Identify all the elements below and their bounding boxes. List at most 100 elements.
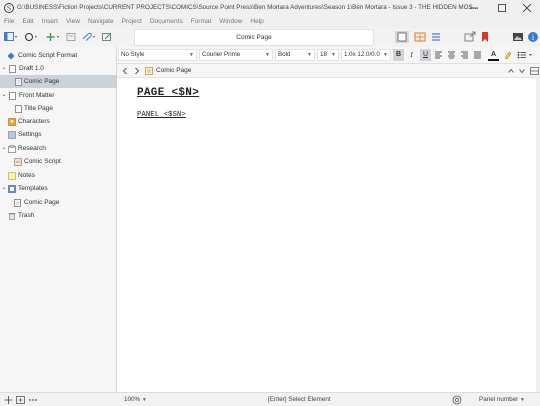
inspector-image-icon[interactable] xyxy=(512,31,524,43)
menu-insert[interactable]: Insert xyxy=(42,16,58,28)
chevron-down-icon[interactable]: ⌄ xyxy=(1,182,7,195)
chevron-down-icon: ▼ xyxy=(307,52,312,58)
binder-item-settings[interactable]: Settings xyxy=(0,128,117,141)
bold-button[interactable]: B xyxy=(393,49,404,61)
settings-folder-icon xyxy=(8,131,16,139)
chevron-down-icon[interactable]: ⌄ xyxy=(1,62,7,75)
chevron-down-icon: ▼ xyxy=(383,52,388,58)
edit-note-icon[interactable] xyxy=(102,32,112,42)
add-folder-icon[interactable] xyxy=(16,395,25,405)
close-window-button[interactable] xyxy=(514,0,540,16)
status-hint: [Enter] Select Element xyxy=(268,396,331,403)
binder-item-title-page[interactable]: Title Page xyxy=(0,102,117,115)
binder-item-label: Comic Page xyxy=(24,78,60,85)
binder-item-draft[interactable]: ⌄ Draft 1.0 xyxy=(0,62,117,75)
corkboard-icon[interactable] xyxy=(414,31,426,43)
align-right-button[interactable] xyxy=(459,49,470,61)
panel-heading[interactable]: PANEL <$SN> xyxy=(137,111,186,119)
binder-item-comic-script[interactable]: Comic Script xyxy=(0,155,117,168)
scrivener-app-icon: S xyxy=(4,3,14,13)
style-select[interactable]: No Style ▼ xyxy=(118,49,197,61)
italic-button[interactable]: I xyxy=(406,49,417,61)
font-weight-value: Bold xyxy=(278,51,291,58)
templates-folder-icon xyxy=(8,185,16,193)
element-type-value: Panel number xyxy=(479,396,519,403)
share-icon[interactable] xyxy=(464,31,476,43)
minimize-button[interactable] xyxy=(461,0,487,16)
binder-item-label: Title Page xyxy=(24,105,54,112)
font-weight-select[interactable]: Bold ▼ xyxy=(275,49,315,61)
binder-item-label: Research xyxy=(18,145,46,152)
folder-icon[interactable] xyxy=(66,32,76,42)
add-document-icon[interactable] xyxy=(4,395,13,405)
comic-script-icon xyxy=(14,158,22,166)
binder-item-notes[interactable]: Notes xyxy=(0,169,117,182)
title-bar: S G:\BUSINESS\Fiction Projects\CURRENT P… xyxy=(0,0,540,16)
more-options-icon[interactable] xyxy=(28,395,38,405)
list-style-button[interactable] xyxy=(516,49,536,61)
binder-item-label: Settings xyxy=(18,131,42,138)
binder-item-template-comic-page[interactable]: Comic Page xyxy=(0,196,117,209)
forward-arrow-icon[interactable] xyxy=(133,66,141,76)
binder-item-label: Draft 1.0 xyxy=(19,65,44,72)
chevron-down-icon: ▼ xyxy=(519,397,525,403)
chevron-down-icon[interactable]: ⌄ xyxy=(1,89,7,102)
menu-help[interactable]: Help xyxy=(250,16,263,28)
binder-item-comic-page[interactable]: Comic Page xyxy=(0,75,117,88)
chevron-down-icon: ▼ xyxy=(189,52,194,58)
back-arrow-icon[interactable] xyxy=(121,66,129,76)
align-left-button[interactable] xyxy=(433,49,444,61)
binder-item-label: Trash xyxy=(18,212,35,219)
chevron-up-icon[interactable] xyxy=(507,66,515,76)
element-type-select[interactable]: Panel number ▼ xyxy=(479,393,525,406)
status-bar: 100% ▼ [Enter] Select Element Panel numb… xyxy=(0,392,540,406)
page-heading[interactable]: PAGE <$N> xyxy=(137,87,199,99)
notes-icon xyxy=(8,172,16,180)
header-document-name[interactable]: Comic Page xyxy=(156,64,191,77)
chevron-down-icon[interactable] xyxy=(518,66,526,76)
menu-navigate[interactable]: Navigate xyxy=(88,16,114,28)
menu-project[interactable]: Project xyxy=(122,16,142,28)
binder-item-characters[interactable]: Characters xyxy=(0,115,117,128)
underline-button[interactable]: U xyxy=(420,49,431,61)
menu-format[interactable]: Format xyxy=(191,16,212,28)
document-icon xyxy=(9,92,16,100)
chevron-down-icon[interactable]: ⌄ xyxy=(1,142,7,155)
highlight-icon[interactable] xyxy=(502,49,513,61)
refresh-icon[interactable] xyxy=(24,32,38,42)
target-icon[interactable] xyxy=(452,395,462,405)
menu-window[interactable]: Window xyxy=(219,16,242,28)
info-icon[interactable]: i xyxy=(527,31,539,43)
font-family-select[interactable]: Courier Prime ▼ xyxy=(199,49,273,61)
maximize-button[interactable] xyxy=(489,0,515,16)
binder-item-front-matter[interactable]: ⌄ Front Matter xyxy=(0,89,117,102)
binder-item-trash[interactable]: Trash xyxy=(0,209,117,222)
menu-view[interactable]: View xyxy=(66,16,80,28)
editor-scrollbar[interactable] xyxy=(536,78,540,392)
menu-file[interactable]: File xyxy=(4,16,14,28)
binder-item-comic-script-format[interactable]: Comic Script Format xyxy=(0,49,117,62)
menu-edit[interactable]: Edit xyxy=(22,16,33,28)
justify-button[interactable] xyxy=(472,49,483,61)
bookmark-icon[interactable] xyxy=(480,31,490,43)
document-title-field[interactable]: Comic Page xyxy=(134,29,374,46)
single-view-icon[interactable] xyxy=(395,31,409,43)
outliner-icon[interactable] xyxy=(430,31,442,43)
attachment-icon[interactable] xyxy=(82,32,96,42)
research-icon xyxy=(8,145,16,153)
trash-icon xyxy=(8,212,16,220)
split-editor-icon[interactable] xyxy=(530,66,539,76)
menu-documents[interactable]: Documents xyxy=(150,16,183,28)
editor-pane[interactable]: PAGE <$N> PANEL <$SN> xyxy=(117,78,536,392)
binder-item-templates[interactable]: ⌄ Templates xyxy=(0,182,117,195)
binder-item-research[interactable]: ⌄ Research xyxy=(0,142,117,155)
add-item-icon[interactable] xyxy=(46,32,60,42)
line-spacing-select[interactable]: 1.0x 12.0/0.0 ▼ xyxy=(341,49,391,61)
binder-toggle-icon[interactable] xyxy=(4,32,18,42)
project-icon xyxy=(7,52,15,60)
font-size-select[interactable]: 18 ▼ xyxy=(317,49,339,61)
align-center-button[interactable] xyxy=(446,49,457,61)
text-color-button[interactable]: A xyxy=(488,49,499,61)
chevron-down-icon: ▼ xyxy=(141,397,147,403)
zoom-level-select[interactable]: 100% ▼ xyxy=(124,393,147,406)
